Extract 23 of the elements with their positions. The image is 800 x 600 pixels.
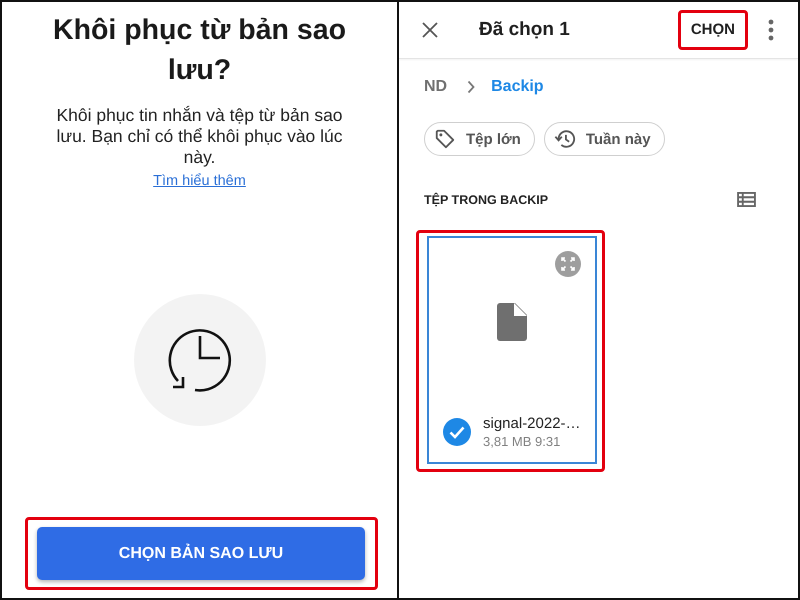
selection-title: Đã chọn 1	[479, 19, 570, 41]
section-title: TỆP TRONG BACKIP	[424, 192, 548, 206]
file-meta: 3,81 MB 9:31	[483, 433, 562, 450]
breadcrumb-item[interactable]: ND	[424, 78, 448, 96]
clock-restore-icon	[134, 294, 266, 426]
choose-backup-button[interactable]: CHỌN BẢN SAO LƯU	[37, 527, 365, 580]
close-icon[interactable]	[422, 22, 438, 38]
tag-icon	[434, 128, 456, 150]
description-text: Khôi phục tin nhắn và tệp từ bản sao lưu. Bạn chỉ có thể khôi phục vào lúc này.	[55, 105, 344, 168]
learn-more-link[interactable]: Tìm hiểu thêm	[153, 171, 246, 191]
more-options-icon[interactable]	[768, 19, 774, 41]
filter-chip[interactable]: Tuần này	[544, 122, 665, 156]
file-name: signal-2022-…	[483, 414, 581, 433]
file-icon	[497, 303, 527, 341]
history-icon	[554, 128, 576, 150]
filter-chip[interactable]: Tệp lớn	[424, 122, 535, 156]
list-view-icon[interactable]	[737, 192, 756, 207]
file-tile[interactable]: signal-2022-… 3,81 MB 9:31	[427, 236, 597, 464]
dialog-title: Khôi phục từ bản sao lưu?	[52, 13, 347, 88]
breadcrumb-item[interactable]: Backip	[491, 78, 544, 96]
chevron-right-icon	[467, 80, 476, 94]
expand-icon[interactable]	[555, 251, 581, 277]
choose-button[interactable]: CHỌN	[690, 19, 735, 41]
